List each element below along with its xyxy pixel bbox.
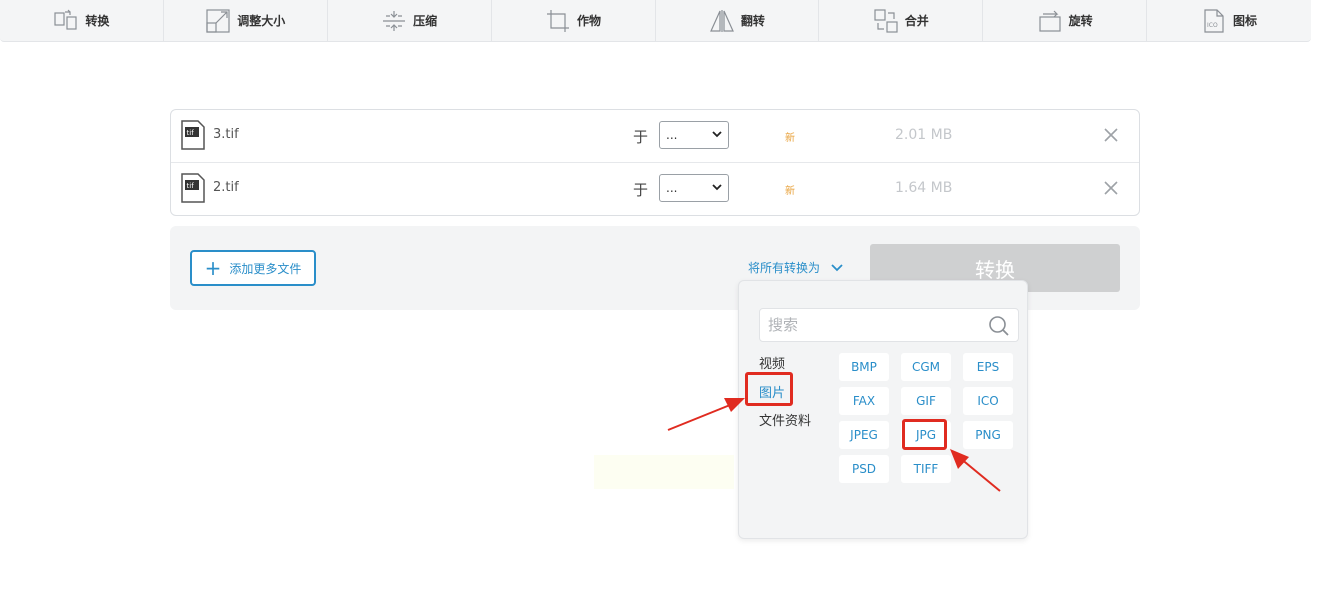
tif-file-icon: tif — [181, 120, 205, 150]
ico-icon: ICO — [1204, 8, 1224, 33]
tool-merge[interactable]: 合并 — [819, 0, 984, 41]
convert-icon — [54, 9, 78, 30]
resize-icon — [206, 8, 230, 33]
convert-all-dropdown[interactable]: 将所有转换为 — [748, 259, 844, 276]
tool-convert[interactable]: 转换 — [0, 0, 164, 41]
close-icon[interactable] — [1103, 180, 1119, 196]
file-row: tif 2.tif 于 ... 新 1.64 MB — [171, 163, 1139, 215]
format-dropdown: 视频 图片 文件资料 BMP CGM EPS FAX GIF ICO JPEG … — [738, 280, 1028, 539]
category-image[interactable]: 图片 — [759, 382, 785, 401]
search-icon[interactable] — [988, 315, 1010, 337]
file-size: 2.01 MB — [895, 127, 953, 143]
to-label: 于 — [633, 128, 649, 146]
status-badge: 新 — [785, 186, 795, 197]
chevron-down-icon — [831, 263, 843, 271]
target-format-value: ... — [666, 181, 678, 195]
tool-resize[interactable]: 调整大小 — [164, 0, 328, 41]
annotation-arrow-left — [667, 398, 745, 431]
to-label: 于 — [633, 181, 649, 199]
tool-compress[interactable]: 压缩 — [328, 0, 492, 41]
tool-label: 图标 — [1233, 14, 1258, 28]
format-option-fax[interactable]: FAX — [839, 387, 889, 415]
tool-label: 翻转 — [740, 14, 765, 28]
tool-flip[interactable]: 翻转 — [656, 0, 820, 41]
convert-all-label: 将所有转换为 — [748, 261, 821, 275]
format-option-ico[interactable]: ICO — [963, 387, 1013, 415]
tool-label: 合并 — [904, 14, 929, 28]
crop-icon — [547, 9, 570, 32]
tool-crop[interactable]: 作物 — [492, 0, 656, 41]
target-format-value: ... — [666, 128, 678, 142]
format-option-tiff[interactable]: TIFF — [901, 455, 951, 483]
format-option-cgm[interactable]: CGM — [901, 353, 951, 381]
svg-text:tif: tif — [187, 182, 195, 190]
chevron-down-icon — [712, 131, 722, 138]
tif-file-icon: tif — [181, 173, 205, 203]
category-video[interactable]: 视频 — [759, 353, 785, 372]
file-list: tif 3.tif 于 ... 新 2.01 MB tif 2.tif 于 ..… — [170, 109, 1140, 216]
target-format-select[interactable]: ... — [659, 121, 729, 149]
plus-icon: + — [204, 256, 222, 280]
format-option-bmp[interactable]: BMP — [839, 353, 889, 381]
file-name: 2.tif — [213, 180, 239, 195]
status-badge: 新 — [785, 133, 795, 144]
tool-label: 作物 — [577, 14, 602, 28]
tool-ico[interactable]: ICO 图标 — [1147, 0, 1311, 41]
rotate-icon — [1039, 10, 1061, 32]
add-more-files-button[interactable]: + 添加更多文件 — [190, 250, 316, 286]
compress-icon — [383, 10, 406, 31]
format-option-eps[interactable]: EPS — [963, 353, 1013, 381]
format-search-box — [759, 308, 1019, 342]
category-document[interactable]: 文件资料 — [759, 410, 811, 429]
format-option-jpeg[interactable]: JPEG — [839, 421, 889, 449]
format-option-gif[interactable]: GIF — [901, 387, 951, 415]
target-format-select[interactable]: ... — [659, 174, 729, 202]
chevron-down-icon — [712, 184, 722, 191]
faint-background-block — [594, 455, 734, 489]
tool-label: 压缩 — [413, 14, 438, 28]
format-option-jpg[interactable]: JPG — [901, 421, 951, 449]
tool-toolbar: 转换 调整大小 压缩 作物 翻转 合并 旋转 ICO 图标 — [0, 0, 1311, 42]
format-option-png[interactable]: PNG — [963, 421, 1013, 449]
add-more-files-label: 添加更多文件 — [229, 261, 302, 276]
tool-label: 旋转 — [1068, 14, 1093, 28]
file-row: tif 3.tif 于 ... 新 2.01 MB — [171, 110, 1139, 163]
close-icon[interactable] — [1103, 127, 1119, 143]
format-search-input[interactable] — [760, 309, 970, 341]
svg-text:tif: tif — [187, 129, 195, 137]
tool-rotate[interactable]: 旋转 — [983, 0, 1148, 41]
merge-icon — [874, 8, 898, 33]
flip-icon — [709, 9, 734, 32]
tool-label: 调整大小 — [237, 14, 286, 28]
tool-label: 转换 — [85, 14, 110, 28]
format-option-psd[interactable]: PSD — [839, 455, 889, 483]
file-size: 1.64 MB — [895, 180, 953, 196]
svg-text:ICO: ICO — [1207, 22, 1218, 29]
file-name: 3.tif — [213, 127, 239, 142]
